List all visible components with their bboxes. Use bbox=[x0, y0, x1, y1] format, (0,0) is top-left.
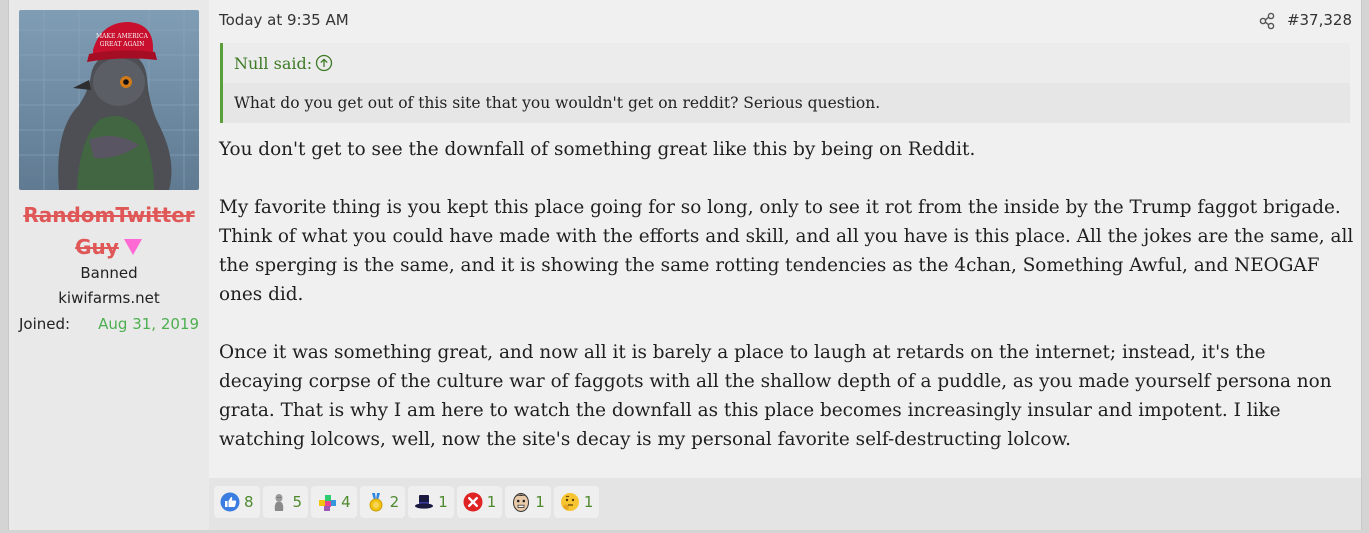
joined-label: Joined: bbox=[19, 315, 71, 333]
reaction-face[interactable]: 1 bbox=[505, 486, 551, 518]
face-icon bbox=[511, 492, 531, 512]
message-paragraph: You don't get to see the downfall of som… bbox=[219, 139, 976, 160]
username-line1: RandomTwitter bbox=[23, 203, 195, 227]
reaction-count: 1 bbox=[486, 493, 497, 511]
joined-date: Aug 31, 2019 bbox=[98, 315, 199, 333]
top-hat-icon bbox=[414, 492, 434, 512]
share-icon[interactable] bbox=[1258, 12, 1276, 30]
reaction-count: 1 bbox=[438, 493, 448, 511]
message-body: You don't get to see the downfall of som… bbox=[219, 135, 1355, 483]
reaction-statue[interactable]: 5 bbox=[262, 486, 309, 518]
username-line2: Guy bbox=[75, 235, 119, 259]
svg-text:MAKE AMERICA: MAKE AMERICA bbox=[96, 33, 149, 40]
reaction-puzzle[interactable]: 4 bbox=[311, 486, 357, 518]
arrow-up-circle-icon[interactable] bbox=[315, 54, 333, 72]
quote-author[interactable]: Null said: bbox=[234, 54, 312, 73]
reaction-count: 2 bbox=[389, 493, 400, 511]
thinking-icon bbox=[560, 492, 580, 512]
pink-triangle-icon bbox=[123, 233, 143, 265]
statue-icon bbox=[269, 492, 289, 512]
reaction-x[interactable]: 1 bbox=[456, 486, 503, 518]
avatar[interactable]: MAKE AMERICA GREAT AGAIN bbox=[19, 10, 199, 190]
reactions-bar: 8 5 4 2 1 1 1 1 bbox=[209, 478, 1361, 530]
quote-block: Null said: What do you get out of this s… bbox=[220, 43, 1350, 123]
reaction-medal[interactable]: 2 bbox=[359, 486, 406, 518]
reaction-count: 8 bbox=[244, 493, 254, 511]
reactions-list: 8 5 4 2 1 1 1 1 bbox=[214, 486, 600, 518]
post-number[interactable]: #37,328 bbox=[1287, 11, 1352, 29]
pigeon-avatar-image: MAKE AMERICA GREAT AGAIN bbox=[19, 10, 199, 190]
reaction-count: 5 bbox=[292, 493, 303, 511]
like-icon bbox=[220, 492, 240, 512]
reaction-count: 1 bbox=[583, 493, 594, 511]
user-panel: MAKE AMERICA GREAT AGAIN RandomTwitter G… bbox=[9, 0, 209, 530]
message-paragraph: Once it was something great, and now all… bbox=[219, 342, 1332, 450]
username[interactable]: RandomTwitter Guy bbox=[9, 199, 209, 265]
user-title: Banned bbox=[80, 264, 138, 282]
quote-header: Null said: bbox=[223, 43, 1350, 83]
user-site: kiwifarms.net bbox=[58, 289, 160, 307]
puzzle-icon bbox=[317, 492, 337, 512]
reaction-count: 1 bbox=[535, 493, 545, 511]
post: MAKE AMERICA GREAT AGAIN RandomTwitter G… bbox=[8, 0, 1362, 530]
reaction-thinking[interactable]: 1 bbox=[553, 486, 600, 518]
reaction-top-hat[interactable]: 1 bbox=[408, 486, 454, 518]
post-date[interactable]: Today at 9:35 AM bbox=[219, 11, 349, 29]
medal-icon bbox=[366, 492, 386, 512]
post-main: Today at 9:35 AM #37,328 Null said: What… bbox=[209, 0, 1361, 530]
reaction-like[interactable]: 8 bbox=[214, 486, 260, 518]
svg-text:GREAT AGAIN: GREAT AGAIN bbox=[100, 41, 145, 48]
message-paragraph: My favorite thing is you kept this place… bbox=[219, 197, 1354, 305]
quote-text: What do you get out of this site that yo… bbox=[234, 94, 881, 112]
reaction-count: 4 bbox=[341, 493, 351, 511]
x-circle-icon bbox=[463, 492, 483, 512]
